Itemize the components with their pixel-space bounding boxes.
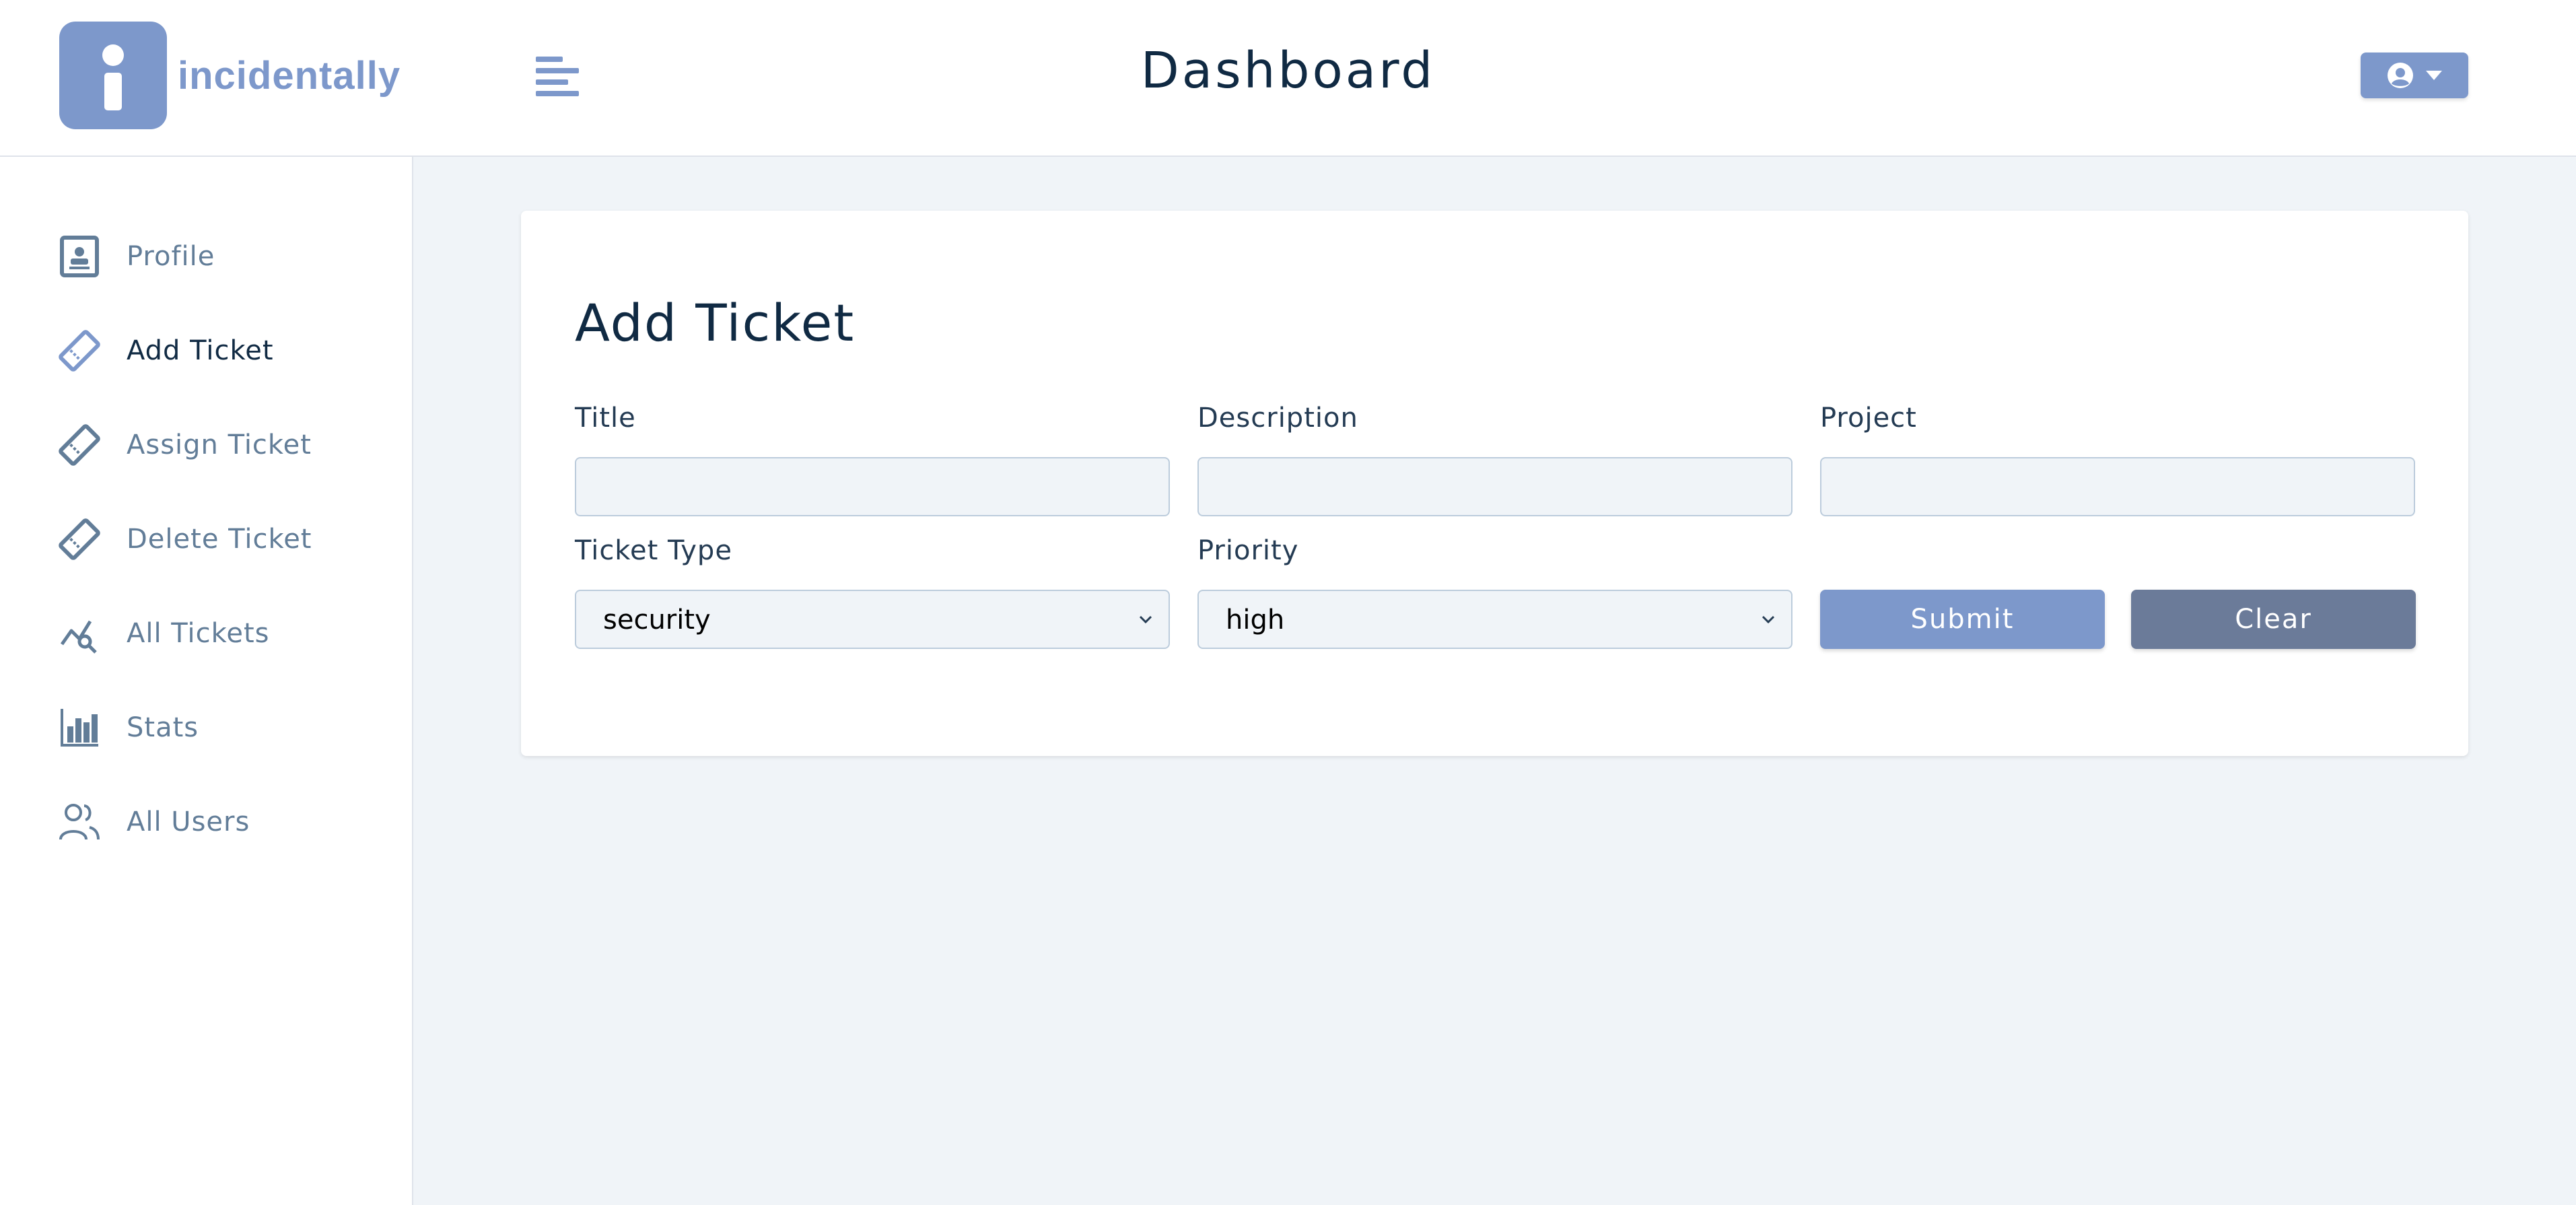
user-circle-icon — [2388, 63, 2413, 88]
priority-label: Priority — [1197, 535, 1299, 566]
caret-down-icon — [2426, 71, 2442, 80]
priority-select[interactable]: high — [1197, 590, 1792, 649]
title-input[interactable] — [575, 457, 1170, 516]
priority-value: high — [1226, 605, 1285, 635]
sidebar-item-label: Profile — [127, 241, 215, 272]
sidebar-item-label: All Tickets — [127, 618, 270, 649]
sidebar-item-label: Delete Ticket — [127, 524, 312, 555]
sidebar-item-label: All Users — [127, 806, 250, 837]
ticket-icon — [58, 329, 101, 372]
submit-button[interactable]: Submit — [1820, 590, 2105, 649]
ticket-type-value: security — [603, 605, 711, 635]
description-label: Description — [1197, 403, 1358, 434]
profile-icon — [58, 235, 101, 278]
sidebar-item-label: Stats — [127, 712, 199, 743]
sidebar-item-label: Add Ticket — [127, 335, 274, 366]
project-label: Project — [1820, 403, 1917, 434]
clear-button[interactable]: Clear — [2131, 590, 2416, 649]
ticket-type-label: Ticket Type — [575, 535, 732, 566]
ticket-icon — [58, 423, 101, 467]
user-menu-button[interactable] — [2361, 53, 2468, 98]
sidebar-item-label: Assign Ticket — [127, 429, 312, 460]
sidebar-item-assign-ticket[interactable]: Assign Ticket — [58, 418, 312, 472]
page-title: Dashboard — [1140, 42, 1436, 100]
bar-chart-icon — [58, 706, 101, 749]
users-icon — [58, 800, 101, 844]
top-header: incidentally Dashboard — [0, 0, 2576, 157]
sidebar-item-add-ticket[interactable]: Add Ticket — [58, 324, 274, 378]
sidebar-item-all-tickets[interactable]: All Tickets — [58, 607, 269, 660]
sidebar-item-delete-ticket[interactable]: Delete Ticket — [58, 512, 312, 566]
sidebar-item-all-users[interactable]: All Users — [58, 795, 250, 849]
description-input[interactable] — [1197, 457, 1792, 516]
sidebar-item-stats[interactable]: Stats — [58, 701, 199, 755]
chart-search-icon — [58, 612, 101, 655]
chevron-down-icon — [1139, 615, 1152, 624]
title-label: Title — [575, 403, 636, 434]
ticket-type-select[interactable]: security — [575, 590, 1170, 649]
chevron-down-icon — [1762, 615, 1775, 624]
main-content: Add Ticket Title Description Project Tic… — [413, 157, 2576, 1205]
add-ticket-card: Add Ticket Title Description Project Tic… — [521, 211, 2468, 756]
project-input[interactable] — [1820, 457, 2415, 516]
form-title: Add Ticket — [575, 293, 856, 353]
sidebar-item-profile[interactable]: Profile — [58, 230, 215, 283]
sidebar: Profile Add Ticket Assign Ticket Delete … — [0, 157, 413, 1205]
ticket-icon — [58, 518, 101, 561]
